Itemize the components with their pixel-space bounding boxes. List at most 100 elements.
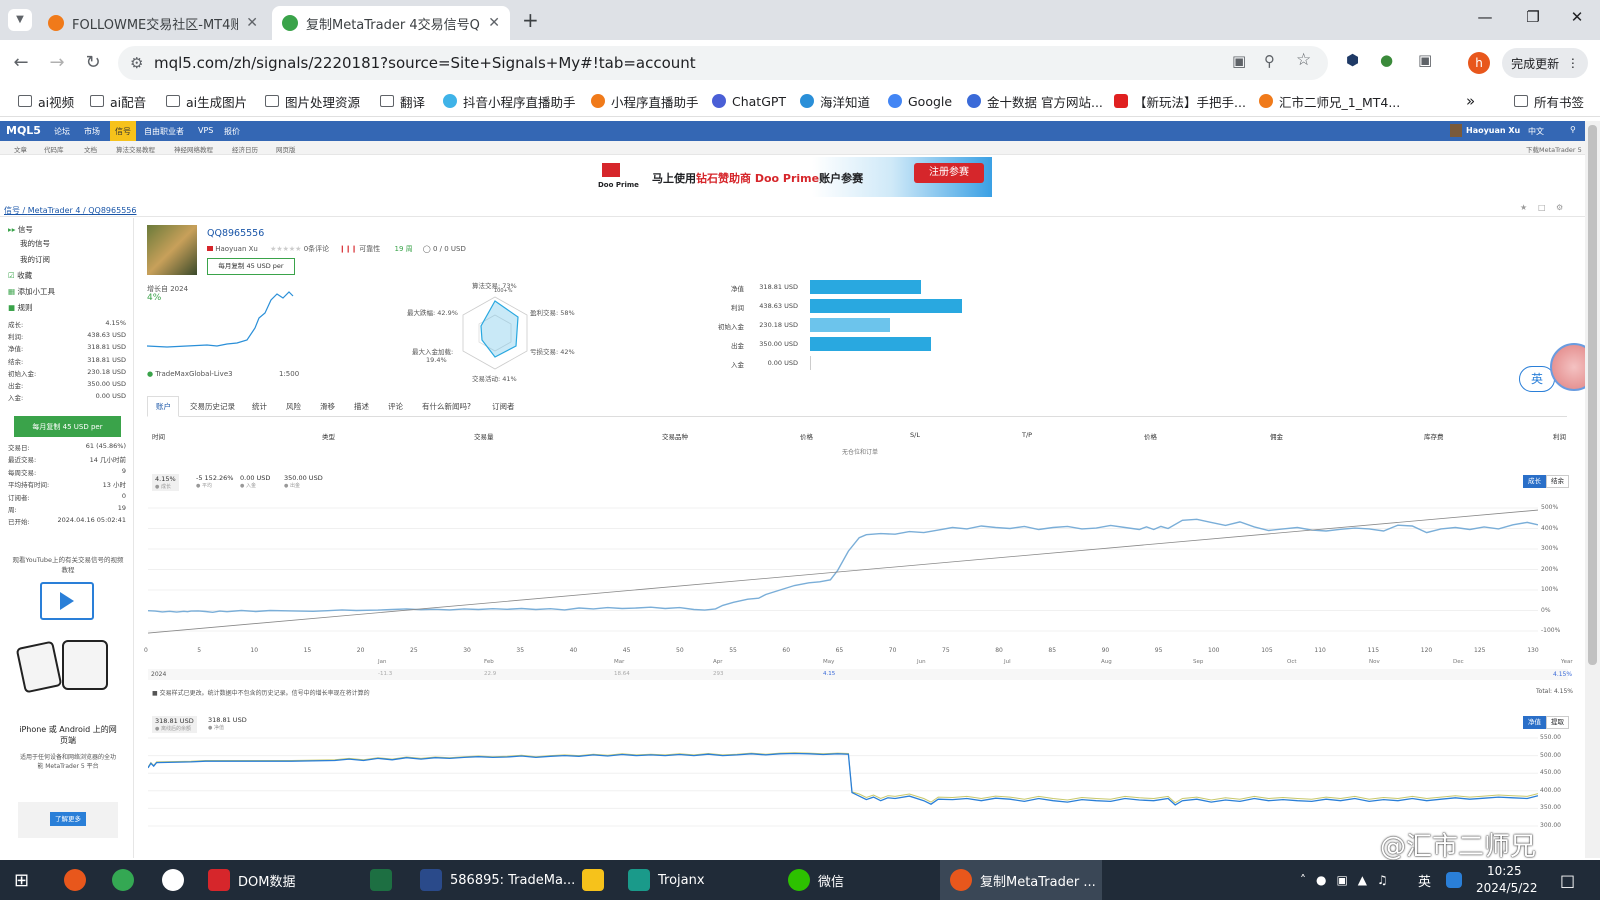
- bookmark-link[interactable]: 【新玩法】手把手...: [1114, 91, 1246, 111]
- reload-icon[interactable]: ↻: [80, 50, 106, 76]
- taskbar-chrome-active[interactable]: 复制MetaTrader ...: [940, 860, 1102, 900]
- col-time[interactable]: 时间: [152, 431, 165, 441]
- browser-tab-mql5[interactable]: 复制MetaTrader 4交易信号QC ✕: [272, 6, 510, 40]
- bookmark-folder[interactable]: 翻译: [380, 91, 425, 111]
- bookmark-star-icon[interactable]: ☆: [1296, 50, 1311, 70]
- tab-history[interactable]: 交易历史记录: [190, 401, 235, 412]
- bookmark-folder[interactable]: ai配音: [90, 91, 146, 111]
- share-icon[interactable]: □: [1538, 203, 1546, 212]
- subnav-codebase[interactable]: 代码库: [44, 144, 64, 154]
- close-window-icon[interactable]: ✕: [1557, 8, 1597, 32]
- site-info-icon[interactable]: ⚙: [130, 54, 143, 72]
- col-price2[interactable]: 价格: [1144, 431, 1157, 441]
- search-icon[interactable]: ⚲: [1570, 125, 1576, 134]
- notification-icon[interactable]: □: [1560, 860, 1575, 900]
- extension-globe-icon[interactable]: ●: [1380, 51, 1393, 69]
- subnav-webterminal[interactable]: 网页版: [276, 144, 296, 154]
- bookmark-link[interactable]: 汇市二师兄_1_MT4...: [1259, 91, 1400, 111]
- bookmark-link[interactable]: 小程序直播助手: [591, 91, 699, 111]
- reviews-count[interactable]: 0条评论: [304, 245, 329, 253]
- col-swap[interactable]: 库存费: [1424, 431, 1444, 441]
- copy-signal-button[interactable]: 每月复制 45 USD per: [207, 258, 295, 275]
- clock-date[interactable]: 2024/5/22: [1476, 881, 1538, 895]
- start-button[interactable]: ⊞: [14, 860, 29, 900]
- bookmark-link[interactable]: Google: [888, 91, 952, 111]
- growth-toggle-balance[interactable]: 结余: [1546, 475, 1569, 488]
- taskbar-trojanx[interactable]: Trojanx: [628, 860, 705, 900]
- tray-icons[interactable]: ˄●▣▲♫: [1300, 860, 1398, 900]
- firefox-icon[interactable]: [64, 860, 94, 900]
- restore-icon[interactable]: ❐: [1513, 8, 1553, 32]
- col-profit[interactable]: 利润: [1553, 431, 1566, 441]
- sidebar-favorites[interactable]: ☑ 收藏: [8, 270, 32, 281]
- mql5-logo[interactable]: MQL5: [6, 124, 41, 137]
- back-icon[interactable]: ←: [8, 50, 34, 76]
- author-name[interactable]: Haoyuan Xu: [215, 245, 258, 253]
- ad-banner[interactable]: Doo Prime 马上使用钻石赞助商 Doo Prime账户参赛 注册参赛: [592, 157, 992, 197]
- extensions-puzzle-icon[interactable]: ▣: [1418, 51, 1432, 69]
- bookmark-folder[interactable]: 图片处理资源: [265, 91, 360, 111]
- subnav-docs[interactable]: 文档: [84, 144, 97, 154]
- balance-toggle-withdraw[interactable]: 提取: [1546, 716, 1569, 729]
- new-tab-button[interactable]: +: [522, 8, 539, 32]
- breadcrumb-signals[interactable]: 信号: [4, 206, 20, 215]
- col-commission[interactable]: 佣金: [1270, 431, 1283, 441]
- tab-subscribers[interactable]: 订阅者: [492, 401, 515, 412]
- user-name[interactable]: Haoyuan Xu: [1466, 126, 1520, 135]
- breadcrumb-signal[interactable]: QQ8965556: [88, 206, 136, 215]
- tab-stats[interactable]: 统计: [252, 401, 267, 412]
- all-bookmarks-folder[interactable]: 所有书签: [1514, 91, 1584, 111]
- chrome-icon[interactable]: [112, 860, 142, 900]
- subnav-calendar[interactable]: 经济日历: [232, 144, 258, 154]
- nav-freelance[interactable]: 自由职业者: [144, 126, 184, 137]
- close-tab-icon[interactable]: ✕: [246, 15, 258, 31]
- col-sl[interactable]: S/L: [910, 431, 920, 439]
- lang-selector[interactable]: 中文: [1528, 126, 1544, 137]
- nav-forum[interactable]: 论坛: [54, 126, 70, 137]
- extension-hex-icon[interactable]: ⬢: [1346, 51, 1359, 69]
- zoom-icon[interactable]: ⚲: [1264, 52, 1275, 70]
- browser-tab-followme[interactable]: FOLLOWME交易社区-MT4账F ✕: [38, 6, 268, 40]
- youtube-video-thumb[interactable]: [40, 582, 94, 620]
- col-tp[interactable]: T/P: [1022, 431, 1032, 439]
- bookmark-link[interactable]: ChatGPT: [712, 91, 786, 111]
- minimize-icon[interactable]: —: [1465, 8, 1505, 32]
- tab-search-button[interactable]: ▼: [8, 9, 32, 31]
- tab-account[interactable]: 账户: [156, 401, 171, 412]
- star-icon[interactable]: ★: [1520, 203, 1527, 212]
- profile-avatar[interactable]: h: [1468, 52, 1490, 74]
- bookmark-folder[interactable]: ai生成图片: [166, 91, 247, 111]
- forward-icon[interactable]: →: [44, 50, 70, 76]
- bookmark-link[interactable]: 抖音小程序直播助手: [443, 91, 576, 111]
- growth-toggle-growth[interactable]: 成长: [1523, 475, 1546, 488]
- download-mt5-link[interactable]: 下载MetaTrader 5: [1526, 144, 1582, 154]
- user-avatar[interactable]: [1450, 124, 1462, 137]
- scrollbar-thumb[interactable]: [1588, 125, 1597, 665]
- bookmark-link[interactable]: 海洋知道: [800, 91, 870, 111]
- tab-news[interactable]: 有什么新闻吗?: [422, 401, 471, 412]
- col-type[interactable]: 类型: [322, 431, 335, 441]
- tab-reviews[interactable]: 评论: [388, 401, 403, 412]
- bookmark-folder[interactable]: ai视频: [18, 91, 74, 111]
- breadcrumb-mt4[interactable]: MetaTrader 4: [28, 206, 81, 215]
- settings-icon[interactable]: ⚙: [1556, 203, 1563, 212]
- col-symbol[interactable]: 交易品种: [662, 431, 688, 441]
- close-tab-icon[interactable]: ✕: [488, 15, 500, 31]
- sidebar-rules[interactable]: ■ 规则: [8, 302, 32, 313]
- qq-tray-icon[interactable]: [1446, 860, 1470, 900]
- tab-description[interactable]: 描述: [354, 401, 369, 412]
- ime-indicator[interactable]: 英: [1418, 860, 1431, 900]
- taskbar-trademax[interactable]: 586895: TradeMa...: [420, 860, 575, 900]
- taskbar-wechat[interactable]: 微信: [788, 860, 844, 900]
- excel-icon[interactable]: [370, 860, 400, 900]
- more-bookmarks-button[interactable]: »: [1466, 91, 1475, 111]
- address-bar[interactable]: ⚙ mql5.com/zh/signals/2220181?source=Sit…: [118, 46, 1328, 80]
- install-app-icon[interactable]: ▣: [1232, 52, 1246, 70]
- register-button[interactable]: 注册参赛: [914, 163, 984, 183]
- nav-signals[interactable]: 信号: [110, 121, 136, 141]
- subnav-articles[interactable]: 文章: [14, 144, 27, 154]
- sidebar-add-widget[interactable]: ▦ 添加小工具: [8, 286, 55, 297]
- bookmark-link[interactable]: 金十数据 官方网站...: [967, 91, 1103, 111]
- clock-time[interactable]: 10:25: [1487, 864, 1522, 878]
- taskbar-dom-data[interactable]: DOM数据: [208, 860, 295, 900]
